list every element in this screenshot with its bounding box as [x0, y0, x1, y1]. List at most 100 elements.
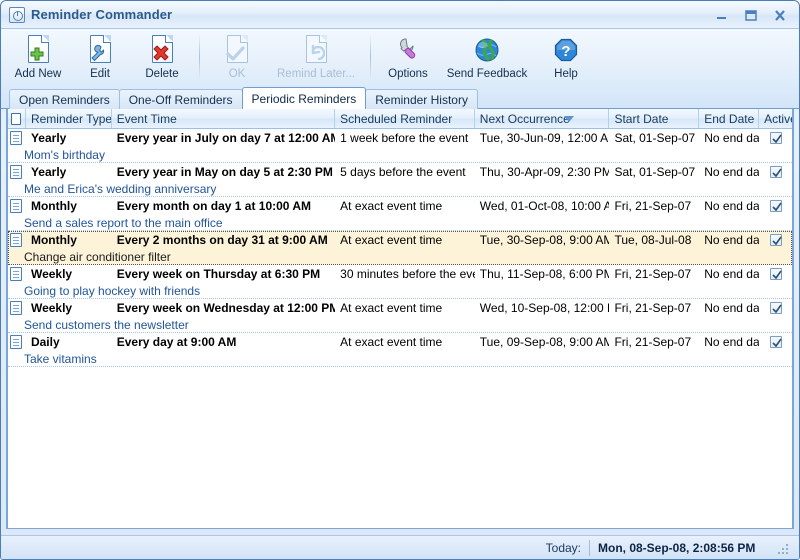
- tab-strip: Open Reminders One-Off Reminders Periodi…: [1, 87, 799, 109]
- wrench-icon: [395, 35, 421, 65]
- column-header-document[interactable]: [8, 109, 26, 128]
- cell-next-occurrence: Tue, 30-Sep-08, 9:00 AM: [475, 233, 610, 247]
- table-row[interactable]: Yearly Every year in May on day 5 at 2:3…: [8, 163, 792, 197]
- row-description: Send a sales report to the main office: [8, 214, 792, 231]
- document-undo-icon: [303, 35, 329, 65]
- table-row[interactable]: Weekly Every week on Thursday at 6:30 PM…: [8, 265, 792, 299]
- tab-open-reminders[interactable]: Open Reminders: [9, 89, 120, 109]
- add-new-label: Add New: [15, 68, 62, 80]
- active-checkbox[interactable]: [770, 336, 782, 348]
- row-document-icon-cell: [8, 267, 26, 281]
- active-checkbox[interactable]: [770, 268, 782, 280]
- cell-reminder-type: Weekly: [26, 267, 112, 281]
- options-button[interactable]: Options: [377, 32, 439, 86]
- cell-scheduled-reminder: At exact event time: [335, 199, 475, 213]
- cell-reminder-type: Yearly: [26, 131, 112, 145]
- sort-descending-icon: [564, 116, 574, 122]
- cell-active[interactable]: [759, 166, 792, 178]
- toolbar: Add New Edit Delete: [1, 29, 799, 87]
- document-check-icon: [224, 35, 250, 65]
- cell-reminder-type: Weekly: [26, 301, 112, 315]
- cell-start-date: Fri, 21-Sep-07: [609, 335, 699, 349]
- cell-reminder-type: Daily: [26, 335, 112, 349]
- document-edit-icon: [87, 35, 113, 65]
- document-icon: [11, 113, 21, 125]
- cell-active[interactable]: [759, 268, 792, 280]
- column-header-event-time[interactable]: Event Time: [112, 109, 335, 128]
- cell-start-date: Sat, 01-Sep-07: [609, 165, 699, 179]
- cell-start-date: Sat, 01-Sep-07: [609, 131, 699, 145]
- cell-active[interactable]: [759, 302, 792, 314]
- cell-event-time: Every 2 months on day 31 at 9:00 AM: [112, 233, 335, 247]
- cell-end-date: No end date: [699, 165, 759, 179]
- title-bar: Reminder Commander: [1, 1, 799, 29]
- row-document-icon-cell: [8, 233, 26, 247]
- cell-end-date: No end date: [699, 199, 759, 213]
- cell-active[interactable]: [759, 336, 792, 348]
- table-row[interactable]: Monthly Every 2 months on day 31 at 9:00…: [8, 231, 792, 265]
- active-checkbox[interactable]: [770, 200, 782, 212]
- row-document-icon-cell: [8, 301, 26, 315]
- ok-button[interactable]: OK: [206, 32, 268, 86]
- svg-text:?: ?: [561, 43, 570, 60]
- table-row[interactable]: Weekly Every week on Wednesday at 12:00 …: [8, 299, 792, 333]
- send-feedback-label: Send Feedback: [447, 68, 528, 80]
- cell-start-date: Fri, 21-Sep-07: [609, 199, 699, 213]
- tab-one-off-reminders[interactable]: One-Off Reminders: [119, 89, 243, 109]
- cell-scheduled-reminder: 30 minutes before the event: [335, 267, 475, 281]
- status-bar: Today: Mon, 08-Sep-08, 2:08:56 PM: [1, 535, 799, 559]
- table-row[interactable]: Daily Every day at 9:00 AM At exact even…: [8, 333, 792, 367]
- list-header: Reminder Type Event Time Scheduled Remin…: [8, 109, 792, 129]
- table-row[interactable]: Monthly Every month on day 1 at 10:00 AM…: [8, 197, 792, 231]
- globe-icon: [474, 35, 500, 65]
- cell-next-occurrence: Tue, 30-Jun-09, 12:00 AM: [475, 131, 610, 145]
- list-rows: Yearly Every year in July on day 7 at 12…: [8, 129, 792, 367]
- maximize-button[interactable]: [737, 5, 764, 25]
- active-checkbox[interactable]: [770, 234, 782, 246]
- cell-active[interactable]: [759, 200, 792, 212]
- cell-scheduled-reminder: 1 week before the event: [335, 131, 475, 145]
- cell-reminder-type: Yearly: [26, 165, 112, 179]
- document-icon: [10, 267, 22, 281]
- cell-end-date: No end date: [699, 131, 759, 145]
- window-controls: [708, 1, 793, 29]
- cell-next-occurrence: Thu, 30-Apr-09, 2:30 PM: [475, 165, 610, 179]
- column-header-end-date[interactable]: End Date: [699, 109, 759, 128]
- row-document-icon-cell: [8, 165, 26, 179]
- cell-event-time: Every day at 9:00 AM: [112, 335, 335, 349]
- column-header-active[interactable]: Active: [759, 109, 792, 128]
- cell-event-time: Every week on Wednesday at 12:00 PM: [112, 301, 335, 315]
- cell-start-date: Fri, 21-Sep-07: [609, 267, 699, 281]
- active-checkbox[interactable]: [770, 166, 782, 178]
- remind-later-label: Remind Later...: [277, 68, 355, 80]
- remind-later-button[interactable]: Remind Later...: [268, 32, 364, 86]
- table-row[interactable]: Yearly Every year in July on day 7 at 12…: [8, 129, 792, 163]
- column-header-reminder-type[interactable]: Reminder Type: [26, 109, 112, 128]
- active-checkbox[interactable]: [770, 132, 782, 144]
- clock-icon: [9, 7, 25, 23]
- cell-scheduled-reminder: At exact event time: [335, 335, 475, 349]
- tab-periodic-reminders[interactable]: Periodic Reminders: [242, 87, 367, 109]
- document-icon: [10, 199, 22, 213]
- column-header-next-occurrence[interactable]: Next Occurrence: [475, 109, 610, 128]
- cell-active[interactable]: [759, 234, 792, 246]
- minimize-button[interactable]: [708, 5, 735, 25]
- help-button[interactable]: ? Help: [535, 32, 597, 86]
- cell-end-date: No end date: [699, 233, 759, 247]
- column-header-start-date[interactable]: Start Date: [609, 109, 699, 128]
- row-description: Mom's birthday: [8, 146, 792, 163]
- add-new-button[interactable]: Add New: [7, 32, 69, 86]
- delete-button[interactable]: Delete: [131, 32, 193, 86]
- close-button[interactable]: [766, 5, 793, 25]
- cell-event-time: Every month on day 1 at 10:00 AM: [112, 199, 335, 213]
- cell-event-time: Every year in July on day 7 at 12:00 AM: [112, 131, 335, 145]
- edit-button[interactable]: Edit: [69, 32, 131, 86]
- send-feedback-button[interactable]: Send Feedback: [439, 32, 535, 86]
- resize-grip[interactable]: [777, 541, 791, 555]
- cell-scheduled-reminder: At exact event time: [335, 301, 475, 315]
- column-header-scheduled-reminder[interactable]: Scheduled Reminder: [335, 109, 475, 128]
- tab-reminder-history[interactable]: Reminder History: [365, 89, 478, 109]
- active-checkbox[interactable]: [770, 302, 782, 314]
- cell-start-date: Fri, 21-Sep-07: [609, 301, 699, 315]
- cell-active[interactable]: [759, 132, 792, 144]
